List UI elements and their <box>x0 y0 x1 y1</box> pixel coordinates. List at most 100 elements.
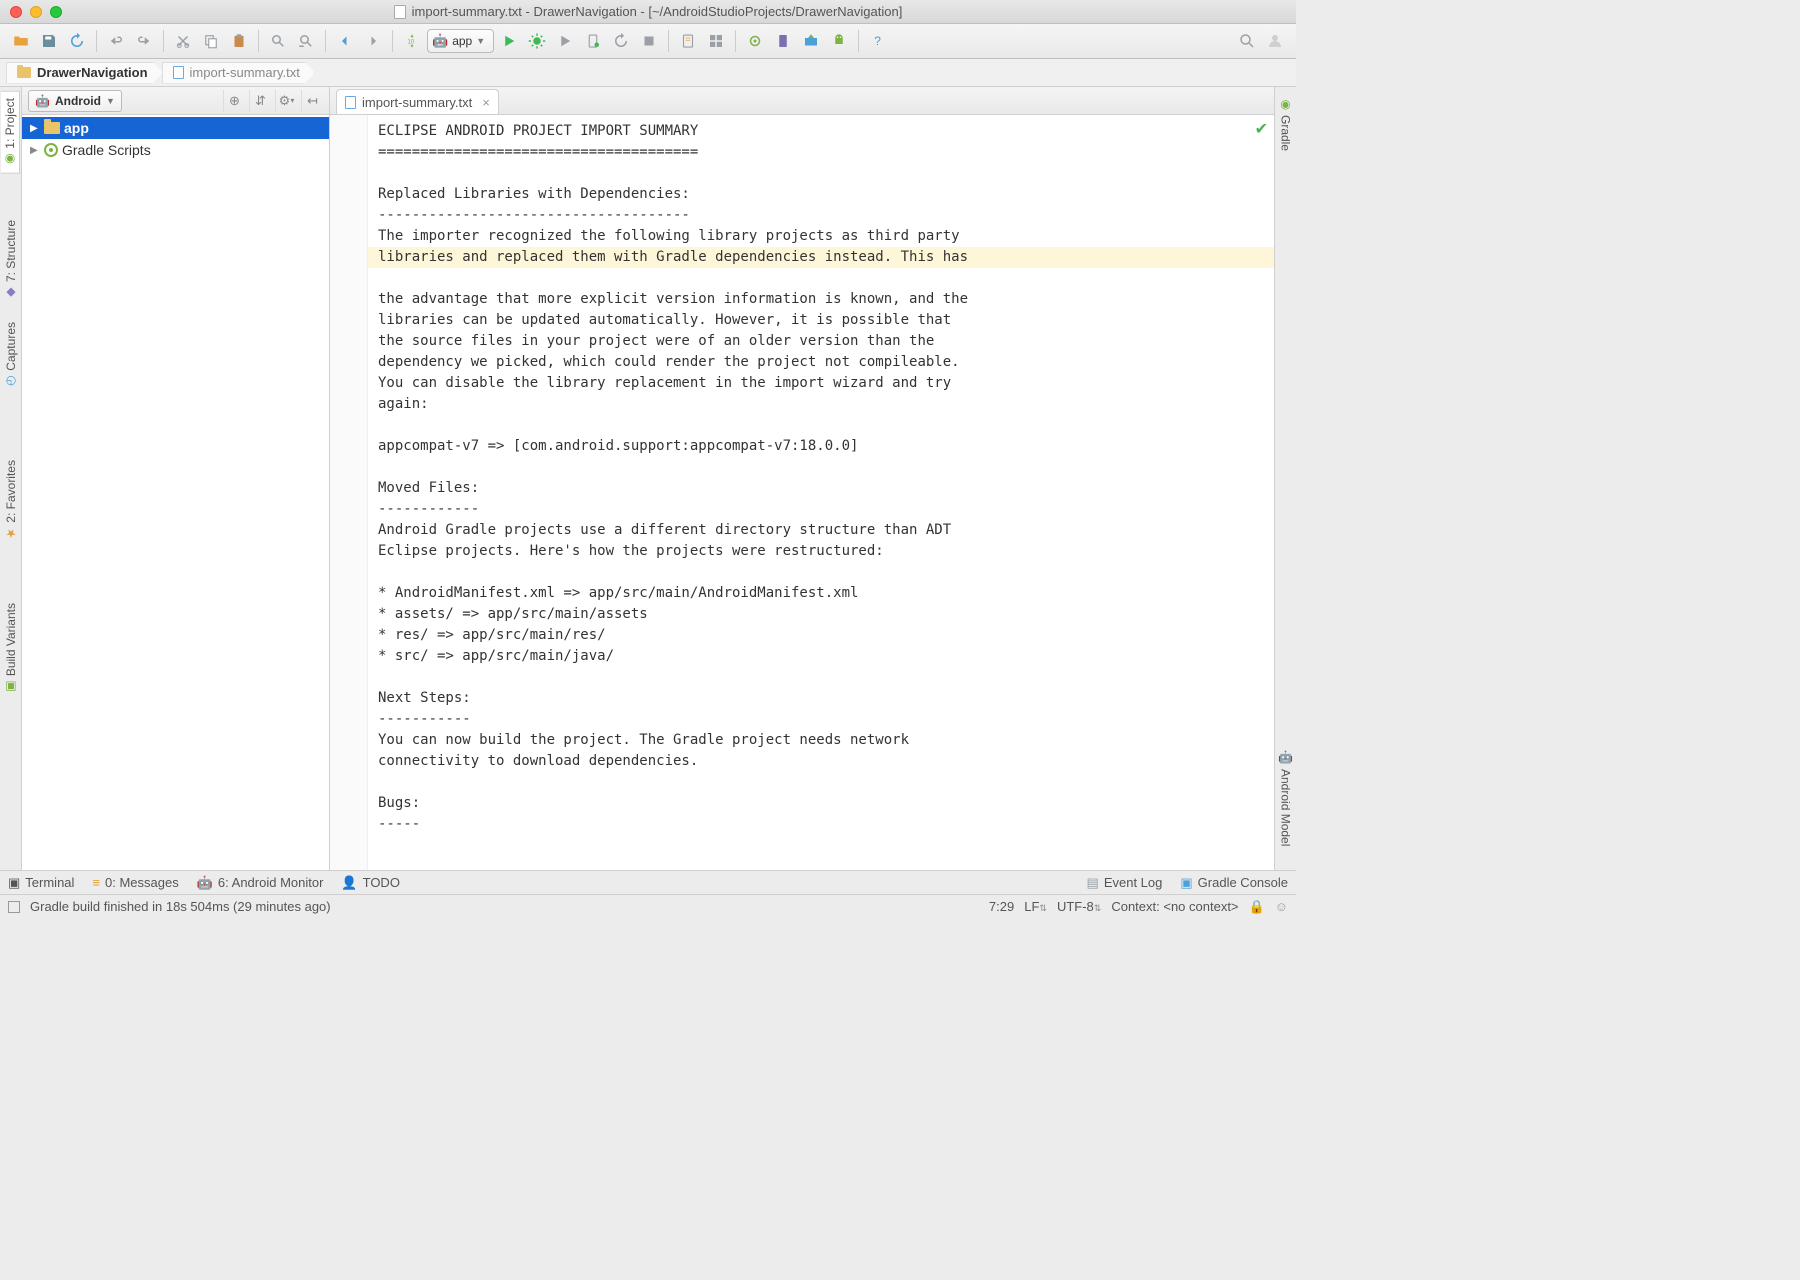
status-bar: Gradle build finished in 18s 504ms (29 m… <box>0 894 1296 918</box>
save-all-button[interactable] <box>36 28 62 54</box>
avd-manager-button[interactable] <box>675 28 701 54</box>
bottom-tool-tabs: ▣ Terminal ≡ 0: Messages 🤖 6: Android Mo… <box>0 870 1296 894</box>
window-title: import-summary.txt - DrawerNavigation - … <box>412 4 903 19</box>
user-button[interactable] <box>1262 28 1288 54</box>
undo-button[interactable] <box>103 28 129 54</box>
project-tree[interactable]: app Gradle Scripts <box>22 115 329 870</box>
breadcrumb-root[interactable]: DrawerNavigation <box>6 62 163 84</box>
captures-tool-tab[interactable]: ◷ Captures <box>2 316 20 395</box>
copy-button[interactable] <box>198 28 224 54</box>
paste-button[interactable] <box>226 28 252 54</box>
forward-button[interactable] <box>360 28 386 54</box>
tree-item-app[interactable]: app <box>22 117 329 139</box>
terminal-tool-tab[interactable]: ▣ Terminal <box>8 875 74 891</box>
close-window-button[interactable] <box>10 6 22 18</box>
file-icon <box>394 5 406 19</box>
tree-item-gradle-scripts[interactable]: Gradle Scripts <box>22 139 329 161</box>
context-selector[interactable]: Context: <no context> <box>1111 899 1238 914</box>
project-structure-button[interactable] <box>703 28 729 54</box>
structure-tool-tab[interactable]: ◆ 7: Structure <box>2 214 20 306</box>
hide-button[interactable]: ↤ <box>301 90 323 112</box>
encoding-selector[interactable]: UTF-8⇅ <box>1057 899 1101 914</box>
expand-arrow-icon[interactable] <box>30 145 40 156</box>
gradle-tool-tab[interactable]: ◉ Gradle <box>1277 91 1295 157</box>
star-icon: ★ <box>4 527 18 541</box>
close-tab-icon[interactable]: × <box>478 95 490 110</box>
android-icon: 🤖 <box>35 94 50 108</box>
tree-item-label: app <box>64 120 89 136</box>
captures-icon: ◷ <box>4 374 18 388</box>
minimize-window-button[interactable] <box>30 6 42 18</box>
make-button[interactable]: 10 <box>399 28 425 54</box>
event-log-tool-tab[interactable]: ▤ Event Log <box>1087 875 1163 891</box>
zoom-window-button[interactable] <box>50 6 62 18</box>
open-button[interactable] <box>8 28 34 54</box>
cursor-position[interactable]: 7:29 <box>989 899 1014 914</box>
titlebar: import-summary.txt - DrawerNavigation - … <box>0 0 1296 24</box>
editor-tab-label: import-summary.txt <box>362 95 472 110</box>
log-icon: ▤ <box>1087 875 1099 891</box>
console-icon: ▣ <box>1180 875 1192 891</box>
project-view-label: Android <box>55 94 101 108</box>
cut-button[interactable] <box>170 28 196 54</box>
messages-icon: ≡ <box>92 875 100 890</box>
search-everywhere-button[interactable] <box>1234 28 1260 54</box>
editor-body[interactable]: ✔ ECLIPSE ANDROID PROJECT IMPORT SUMMARY… <box>330 115 1274 870</box>
scroll-from-source-button[interactable]: ⊕ <box>223 90 245 112</box>
project-tool-tab[interactable]: ◉ 1: Project <box>1 91 20 174</box>
status-indicator-icon[interactable] <box>8 901 20 913</box>
replace-button[interactable] <box>293 28 319 54</box>
todo-icon: 👤 <box>341 875 357 891</box>
gradle-console-tool-tab[interactable]: ▣ Gradle Console <box>1180 875 1288 891</box>
file-icon <box>345 96 356 109</box>
svg-text:10: 10 <box>408 39 415 45</box>
run-coverage-button[interactable] <box>552 28 578 54</box>
line-separator-selector[interactable]: LF⇅ <box>1024 899 1047 914</box>
rerun-button[interactable] <box>608 28 634 54</box>
breadcrumb-root-label: DrawerNavigation <box>37 65 148 80</box>
breadcrumb-file[interactable]: import-summary.txt <box>162 62 315 84</box>
android-icon: 🤖 <box>1279 750 1293 765</box>
find-button[interactable] <box>265 28 291 54</box>
debug-button[interactable] <box>524 28 550 54</box>
structure-icon: ◆ <box>4 286 18 300</box>
editor-gutter <box>330 115 368 870</box>
back-button[interactable] <box>332 28 358 54</box>
stop-button[interactable] <box>636 28 662 54</box>
redo-button[interactable] <box>131 28 157 54</box>
sync-button[interactable] <box>64 28 90 54</box>
build-variants-tool-tab[interactable]: ▣ Build Variants <box>2 597 20 700</box>
run-configuration-selector[interactable]: 🤖 app ▼ <box>427 29 494 53</box>
android-icon: 🤖 <box>432 33 448 49</box>
ide-status-icon[interactable]: ☺ <box>1275 899 1288 914</box>
run-button[interactable] <box>496 28 522 54</box>
status-message: Gradle build finished in 18s 504ms (29 m… <box>30 899 331 914</box>
folder-icon <box>17 67 31 78</box>
sync-gradle-button[interactable] <box>742 28 768 54</box>
lock-icon[interactable]: 🔒 <box>1249 899 1265 915</box>
left-tool-strip: ◉ 1: Project ◆ 7: Structure ◷ Captures ★… <box>0 87 22 870</box>
editor-tab-import-summary[interactable]: import-summary.txt × <box>336 89 499 114</box>
expand-arrow-icon[interactable] <box>30 123 40 134</box>
favorites-tool-tab[interactable]: ★ 2: Favorites <box>2 454 20 547</box>
settings-button[interactable]: ⚙▾ <box>275 90 297 112</box>
collapse-all-button[interactable]: ⇵ <box>249 90 271 112</box>
editor-text-content[interactable]: ECLIPSE ANDROID PROJECT IMPORT SUMMARY =… <box>330 115 1274 841</box>
android-icon: ◉ <box>3 153 17 167</box>
attach-debugger-button[interactable] <box>580 28 606 54</box>
android-monitor-tool-tab[interactable]: 🤖 6: Android Monitor <box>197 875 324 891</box>
sdk-manager-button[interactable] <box>798 28 824 54</box>
file-icon <box>173 66 184 79</box>
android-model-tool-tab[interactable]: 🤖 Android Model <box>1277 744 1295 852</box>
gradle-icon <box>44 143 58 157</box>
help-button[interactable]: ? <box>865 28 891 54</box>
editor-tab-bar: import-summary.txt × <box>330 87 1274 115</box>
messages-tool-tab[interactable]: ≡ 0: Messages <box>92 875 178 890</box>
android-icon: ▣ <box>4 680 18 694</box>
navigation-breadcrumb-bar: DrawerNavigation import-summary.txt <box>0 59 1296 87</box>
device-monitor-button[interactable] <box>770 28 796 54</box>
todo-tool-tab[interactable]: 👤 TODO <box>341 875 400 891</box>
android-device-button[interactable] <box>826 28 852 54</box>
run-configuration-label: app <box>452 34 472 48</box>
project-view-selector[interactable]: 🤖 Android ▼ <box>28 90 122 112</box>
